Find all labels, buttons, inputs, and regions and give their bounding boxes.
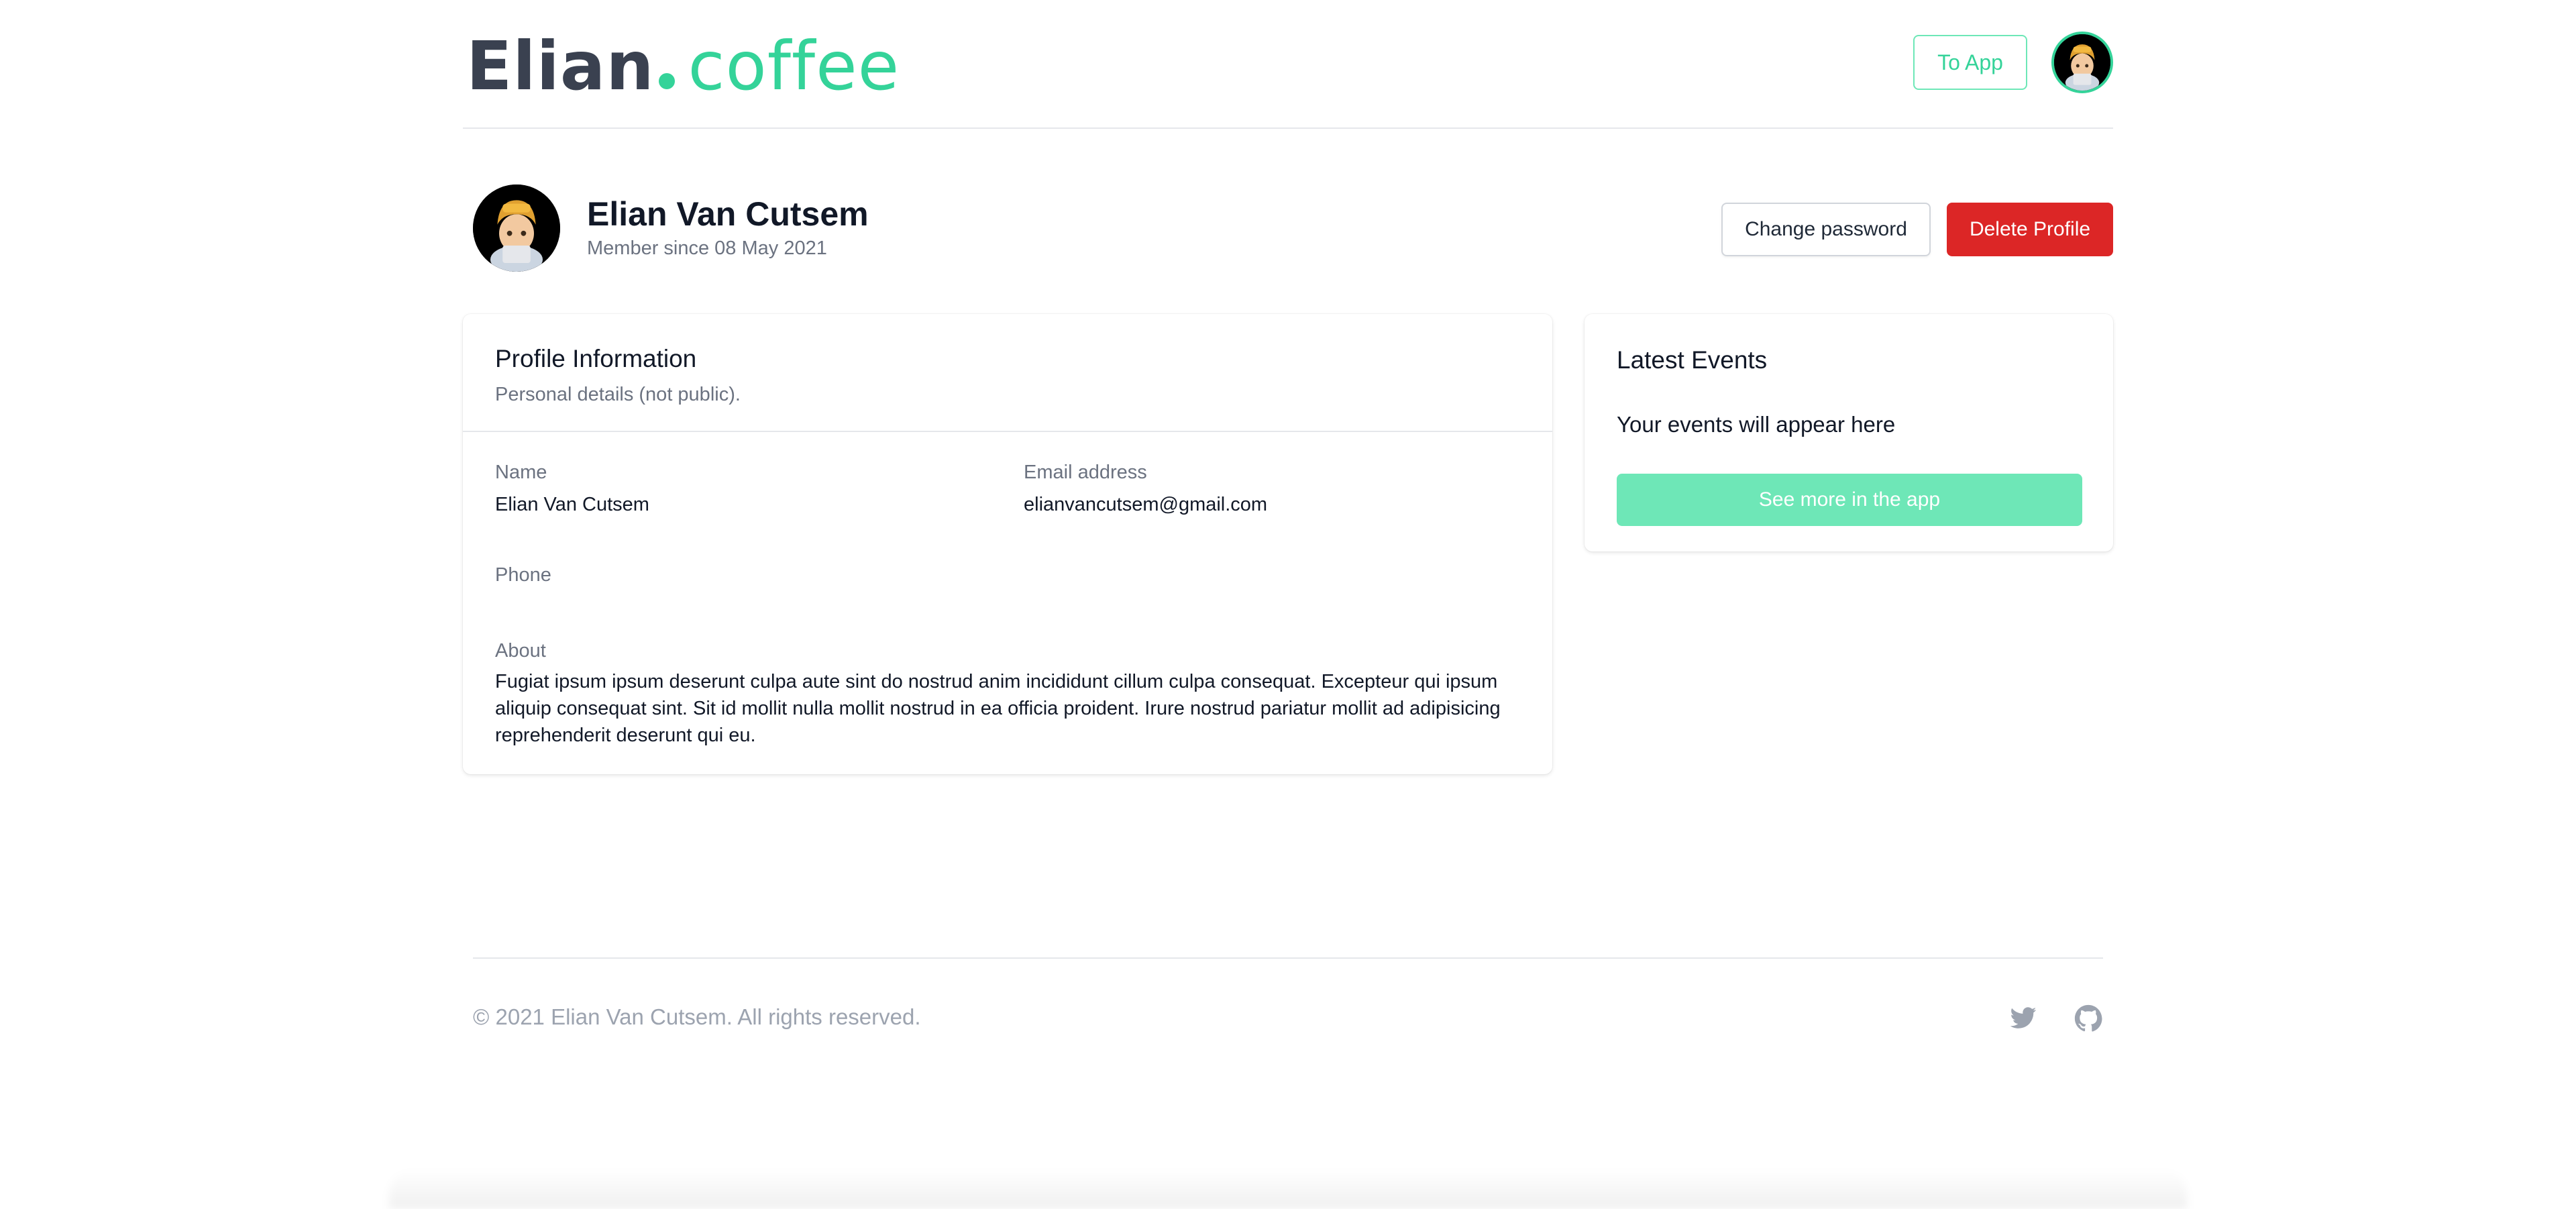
github-icon[interactable] bbox=[2074, 1004, 2102, 1033]
user-avatar-menu[interactable] bbox=[2051, 32, 2113, 93]
change-password-button[interactable]: Change password bbox=[1721, 203, 1931, 256]
email-label: Email address bbox=[1024, 462, 1147, 483]
events-empty-message: Your events will appear here bbox=[1617, 412, 1896, 437]
phone-label: Phone bbox=[495, 564, 551, 586]
see-more-button[interactable]: See more in the app bbox=[1617, 474, 2082, 526]
email-value: elianvancutsem@gmail.com bbox=[1024, 494, 1268, 515]
member-since: Member since 08 May 2021 bbox=[587, 238, 827, 259]
to-app-button[interactable]: To App bbox=[1913, 35, 2027, 90]
card-subtitle: Personal details (not public). bbox=[495, 384, 741, 405]
github-icon-svg bbox=[2074, 1004, 2102, 1032]
card-title: Profile Information bbox=[495, 345, 697, 372]
avatar-image bbox=[473, 185, 560, 272]
logo-accent-text: coffee bbox=[688, 27, 900, 105]
about-label: About bbox=[495, 640, 546, 662]
site-header: Elian coffee To App bbox=[463, 0, 2113, 129]
footer-divider bbox=[473, 957, 2103, 959]
logo[interactable]: Elian coffee bbox=[466, 27, 900, 105]
copyright-text: © 2021 Elian Van Cutsem. All rights rese… bbox=[473, 1004, 921, 1029]
about-value: Fugiat ipsum ipsum deserunt culpa aute s… bbox=[495, 671, 1501, 746]
delete-profile-button[interactable]: Delete Profile bbox=[1947, 203, 2113, 256]
latest-events-card: Latest Events Your events will appear he… bbox=[1585, 314, 2113, 551]
card-divider bbox=[463, 431, 1552, 432]
name-label: Name bbox=[495, 462, 547, 483]
name-value: Elian Van Cutsem bbox=[495, 494, 649, 515]
bottom-shadow bbox=[389, 1169, 2187, 1209]
twitter-icon[interactable] bbox=[2009, 1004, 2037, 1033]
avatar-image bbox=[2054, 34, 2110, 91]
logo-dot bbox=[658, 73, 675, 89]
logo-main-text: Elian bbox=[466, 27, 655, 105]
profile-avatar bbox=[473, 185, 560, 272]
profile-name: Elian Van Cutsem bbox=[587, 195, 869, 233]
card-title: Latest Events bbox=[1617, 346, 1768, 374]
twitter-icon-svg bbox=[2010, 1007, 2037, 1029]
profile-information-card: Profile Information Personal details (no… bbox=[463, 314, 1552, 774]
